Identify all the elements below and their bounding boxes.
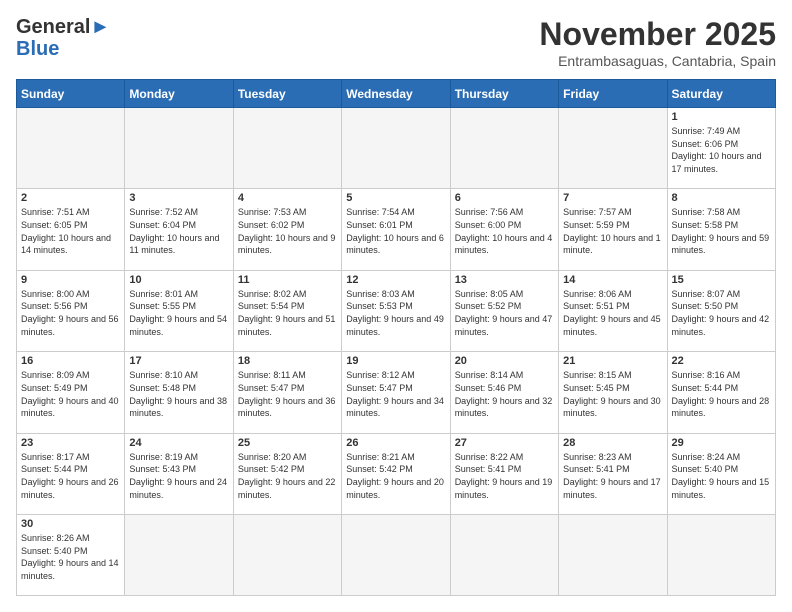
- calendar-table: Sunday Monday Tuesday Wednesday Thursday…: [16, 79, 776, 596]
- cell-day-24: 24 Sunrise: 8:19 AMSunset: 5:43 PMDaylig…: [125, 433, 233, 514]
- cell-day-5: 5 Sunrise: 7:54 AMSunset: 6:01 PMDayligh…: [342, 189, 450, 270]
- calendar-row-6: 30 Sunrise: 8:26 AMSunset: 5:40 PMDaylig…: [17, 515, 776, 596]
- header-sunday: Sunday: [17, 80, 125, 108]
- cell-day-6: 6 Sunrise: 7:56 AMSunset: 6:00 PMDayligh…: [450, 189, 558, 270]
- cell-day-14: 14 Sunrise: 8:06 AMSunset: 5:51 PMDaylig…: [559, 270, 667, 351]
- cell-empty-11: [559, 515, 667, 596]
- cell-day-17: 17 Sunrise: 8:10 AMSunset: 5:48 PMDaylig…: [125, 352, 233, 433]
- header-wednesday: Wednesday: [342, 80, 450, 108]
- cell-day-15: 15 Sunrise: 8:07 AMSunset: 5:50 PMDaylig…: [667, 270, 775, 351]
- calendar-row-3: 9 Sunrise: 8:00 AMSunset: 5:56 PMDayligh…: [17, 270, 776, 351]
- cell-day-28: 28 Sunrise: 8:23 AMSunset: 5:41 PMDaylig…: [559, 433, 667, 514]
- cell-empty-9: [342, 515, 450, 596]
- calendar-row-5: 23 Sunrise: 8:17 AMSunset: 5:44 PMDaylig…: [17, 433, 776, 514]
- cell-day-18: 18 Sunrise: 8:11 AMSunset: 5:47 PMDaylig…: [233, 352, 341, 433]
- calendar-header-row: Sunday Monday Tuesday Wednesday Thursday…: [17, 80, 776, 108]
- cell-day-22: 22 Sunrise: 8:16 AMSunset: 5:44 PMDaylig…: [667, 352, 775, 433]
- cell-empty-10: [450, 515, 558, 596]
- cell-empty-5: [450, 108, 558, 189]
- month-title: November 2025: [539, 16, 776, 53]
- cell-day-1: 1 Sunrise: 7:49 AMSunset: 6:06 PMDayligh…: [667, 108, 775, 189]
- cell-day-3: 3 Sunrise: 7:52 AMSunset: 6:04 PMDayligh…: [125, 189, 233, 270]
- cell-day-23: 23 Sunrise: 8:17 AMSunset: 5:44 PMDaylig…: [17, 433, 125, 514]
- cell-day-4: 4 Sunrise: 7:53 AMSunset: 6:02 PMDayligh…: [233, 189, 341, 270]
- cell-day-21: 21 Sunrise: 8:15 AMSunset: 5:45 PMDaylig…: [559, 352, 667, 433]
- logo: General► Blue: [16, 16, 110, 60]
- cell-day-26: 26 Sunrise: 8:21 AMSunset: 5:42 PMDaylig…: [342, 433, 450, 514]
- calendar-row-2: 2 Sunrise: 7:51 AMSunset: 6:05 PMDayligh…: [17, 189, 776, 270]
- cell-day-13: 13 Sunrise: 8:05 AMSunset: 5:52 PMDaylig…: [450, 270, 558, 351]
- cell-day-20: 20 Sunrise: 8:14 AMSunset: 5:46 PMDaylig…: [450, 352, 558, 433]
- header: General► Blue November 2025 Entrambasagu…: [16, 16, 776, 69]
- header-thursday: Thursday: [450, 80, 558, 108]
- header-tuesday: Tuesday: [233, 80, 341, 108]
- cell-empty-8: [233, 515, 341, 596]
- cell-day-8: 8 Sunrise: 7:58 AMSunset: 5:58 PMDayligh…: [667, 189, 775, 270]
- page: General► Blue November 2025 Entrambasagu…: [0, 0, 792, 612]
- cell-empty-1: [17, 108, 125, 189]
- cell-empty-6: [559, 108, 667, 189]
- cell-day-11: 11 Sunrise: 8:02 AMSunset: 5:54 PMDaylig…: [233, 270, 341, 351]
- cell-day-10: 10 Sunrise: 8:01 AMSunset: 5:55 PMDaylig…: [125, 270, 233, 351]
- cell-day-9: 9 Sunrise: 8:00 AMSunset: 5:56 PMDayligh…: [17, 270, 125, 351]
- cell-day-16: 16 Sunrise: 8:09 AMSunset: 5:49 PMDaylig…: [17, 352, 125, 433]
- title-block: November 2025 Entrambasaguas, Cantabria,…: [539, 16, 776, 69]
- calendar-row-4: 16 Sunrise: 8:09 AMSunset: 5:49 PMDaylig…: [17, 352, 776, 433]
- cell-empty-2: [125, 108, 233, 189]
- cell-day-29: 29 Sunrise: 8:24 AMSunset: 5:40 PMDaylig…: [667, 433, 775, 514]
- cell-day-19: 19 Sunrise: 8:12 AMSunset: 5:47 PMDaylig…: [342, 352, 450, 433]
- location-subtitle: Entrambasaguas, Cantabria, Spain: [539, 53, 776, 69]
- cell-empty-4: [342, 108, 450, 189]
- header-friday: Friday: [559, 80, 667, 108]
- cell-day-30: 30 Sunrise: 8:26 AMSunset: 5:40 PMDaylig…: [17, 515, 125, 596]
- cell-day-2: 2 Sunrise: 7:51 AMSunset: 6:05 PMDayligh…: [17, 189, 125, 270]
- cell-empty-7: [125, 515, 233, 596]
- calendar-row-1: 1 Sunrise: 7:49 AMSunset: 6:06 PMDayligh…: [17, 108, 776, 189]
- header-saturday: Saturday: [667, 80, 775, 108]
- cell-day-25: 25 Sunrise: 8:20 AMSunset: 5:42 PMDaylig…: [233, 433, 341, 514]
- cell-day-7: 7 Sunrise: 7:57 AMSunset: 5:59 PMDayligh…: [559, 189, 667, 270]
- cell-empty-3: [233, 108, 341, 189]
- header-monday: Monday: [125, 80, 233, 108]
- cell-empty-12: [667, 515, 775, 596]
- cell-day-12: 12 Sunrise: 8:03 AMSunset: 5:53 PMDaylig…: [342, 270, 450, 351]
- cell-day-27: 27 Sunrise: 8:22 AMSunset: 5:41 PMDaylig…: [450, 433, 558, 514]
